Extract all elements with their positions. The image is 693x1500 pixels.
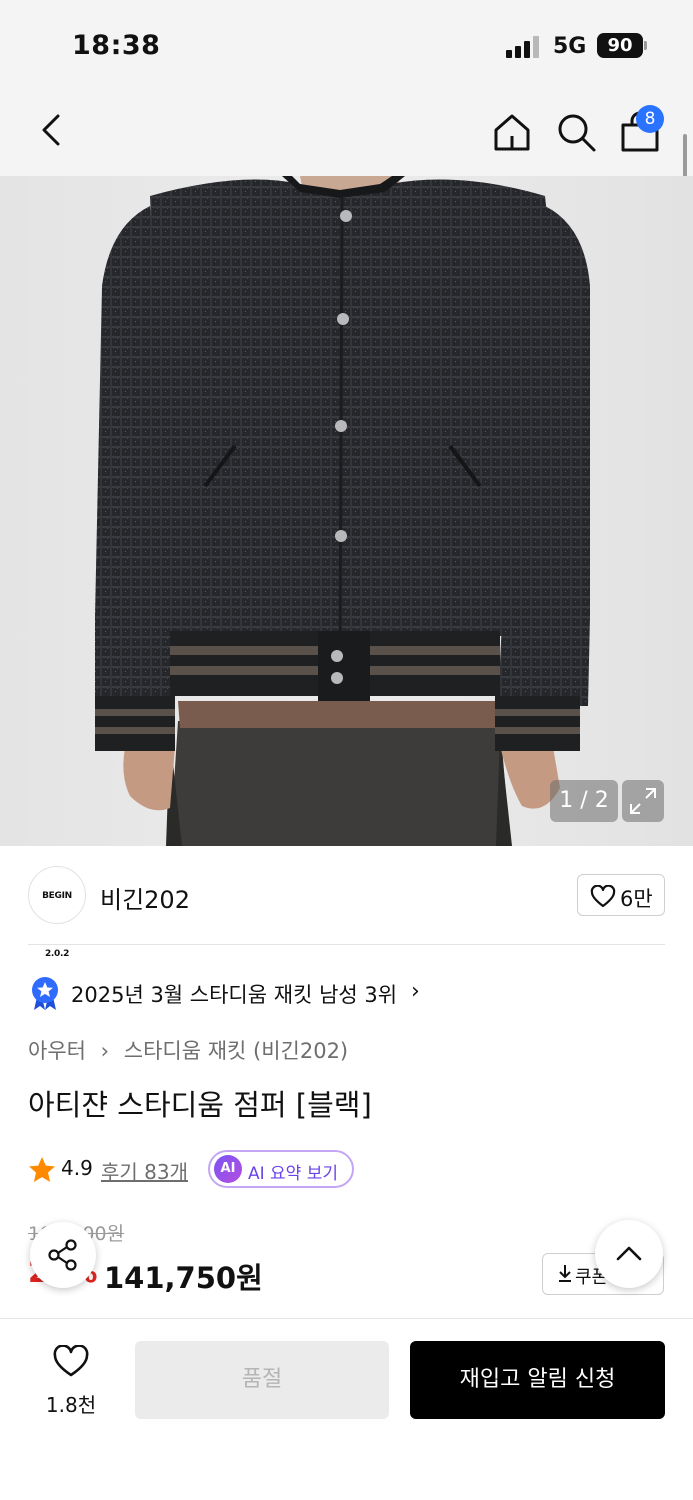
product-title: 아티쟌 스타디움 점퍼 [블랙] <box>28 1088 372 1122</box>
brand-like-count: 6만 <box>620 887 653 911</box>
image-counter: 1 / 2 <box>550 780 618 822</box>
status-time: 18:38 <box>72 30 161 61</box>
battery-tip <box>644 41 647 50</box>
search-icon[interactable] <box>554 110 598 154</box>
status-bar: 18:38 5G 90 <box>0 0 693 88</box>
wishlist-button[interactable]: 1.8천 <box>30 1343 112 1419</box>
back-icon[interactable] <box>34 110 74 150</box>
cart-count-badge: 8 <box>636 105 664 133</box>
heart-icon <box>53 1345 89 1377</box>
signal-icon <box>506 36 542 58</box>
share-icon <box>48 1239 77 1271</box>
chevron-right-icon: › <box>411 979 420 1004</box>
product-image[interactable] <box>0 176 693 846</box>
star-icon <box>29 1157 55 1182</box>
breadcrumb: 아우터 › 스타디움 재킷 (비긴202) <box>28 1035 348 1065</box>
top-nav: 8 <box>0 88 693 176</box>
chevron-up-icon <box>616 1246 642 1261</box>
ai-summary-button[interactable]: AI AI 요약 보기 <box>208 1150 354 1188</box>
network-label: 5G <box>553 34 587 59</box>
restock-alert-button[interactable]: 재입고 알림 신청 <box>410 1341 665 1419</box>
soldout-button: 품절 <box>135 1341 389 1419</box>
like-brand-button[interactable]: 6만 <box>577 874 665 916</box>
heart-icon <box>590 885 616 908</box>
ranking-medal-icon <box>32 977 58 1010</box>
review-count-link[interactable]: 후기 83개 <box>101 1156 188 1185</box>
download-icon <box>559 1265 571 1282</box>
brand-name[interactable]: 비긴202 <box>100 880 190 915</box>
home-icon[interactable] <box>490 110 534 154</box>
scroll-to-top-button[interactable] <box>595 1220 663 1288</box>
ranking-link[interactable]: 2025년 3월 스타디움 재킷 남성 3위 › <box>28 975 528 1011</box>
breadcrumb-category[interactable]: 아우터 <box>28 1035 86 1065</box>
bottom-action-bar: 1.8천 품절 재입고 알림 신청 <box>0 1318 693 1500</box>
brand-logo[interactable]: BEGIN 2.0.2 <box>28 866 86 959</box>
rating-row: 4.9 후기 83개 AI AI 요약 보기 <box>28 1150 428 1190</box>
rating-value: 4.9 <box>61 1156 93 1180</box>
sale-price: 141,750원 <box>104 1261 263 1295</box>
breadcrumb-subcategory[interactable]: 스타디움 재킷 (비긴202) <box>124 1035 348 1065</box>
brand-row[interactable]: BEGIN 2.0.2 비긴202 6만 <box>0 846 693 959</box>
battery-icon: 90 <box>597 33 643 58</box>
ai-badge-icon: AI <box>214 1155 242 1183</box>
divider <box>28 944 665 945</box>
expand-image-button[interactable] <box>622 780 664 822</box>
share-button[interactable] <box>30 1222 96 1288</box>
ranking-text: 2025년 3월 스타디움 재킷 남성 3위 <box>71 983 398 1007</box>
expand-icon <box>630 788 656 814</box>
ai-summary-label: AI 요약 보기 <box>248 1164 339 1184</box>
breadcrumb-separator: › <box>100 1039 110 1063</box>
wishlist-count: 1.8천 <box>45 1393 97 1417</box>
